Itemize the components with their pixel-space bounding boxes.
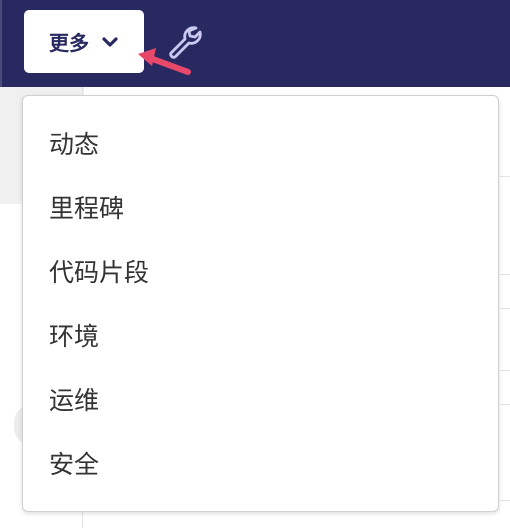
more-dropdown-menu: 动态 里程碑 代码片段 环境 运维 安全 — [22, 95, 499, 512]
background-row-line — [500, 308, 510, 309]
more-button-label: 更多 — [49, 31, 89, 55]
menu-item-environments[interactable]: 环境 — [23, 305, 498, 369]
background-row-line — [500, 176, 510, 177]
chevron-down-icon — [102, 36, 118, 47]
background-row-line — [500, 404, 510, 405]
menu-item-operations[interactable]: 运维 — [23, 369, 498, 433]
background-row-line — [500, 500, 510, 501]
background-glyph — [500, 118, 510, 140]
menu-item-security[interactable]: 安全 — [23, 433, 498, 497]
menu-item-milestones[interactable]: 里程碑 — [23, 177, 498, 241]
background-row-line — [500, 370, 510, 371]
background-row-line — [500, 274, 510, 275]
menu-item-activity[interactable]: 动态 — [23, 113, 498, 177]
top-navigation-bar: 更多 — [0, 0, 510, 87]
annotation-arrow-icon — [138, 48, 191, 75]
menu-item-snippets[interactable]: 代码片段 — [23, 241, 498, 305]
more-dropdown-button[interactable]: 更多 — [24, 10, 144, 73]
